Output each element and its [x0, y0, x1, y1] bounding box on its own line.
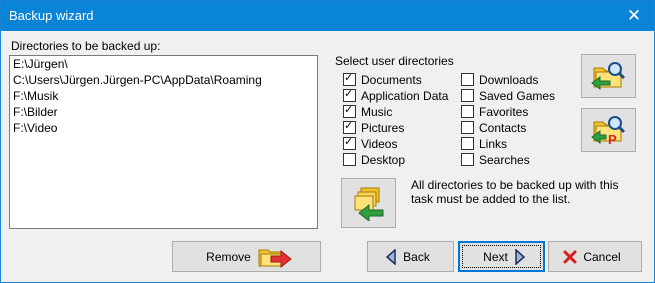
checkmark-icon: ✓ [344, 103, 354, 116]
list-item[interactable]: F:\Musik [10, 88, 317, 104]
next-button[interactable]: Next [458, 241, 545, 272]
checkbox-favorites[interactable]: Favorites [461, 104, 528, 120]
back-arrow-icon [385, 248, 397, 265]
checkbox-box[interactable] [461, 73, 474, 86]
checkbox-searches[interactable]: Searches [461, 152, 530, 168]
checkbox-label: Pictures [361, 121, 405, 135]
checkbox-label: Saved Games [479, 89, 556, 103]
browse-special-folder-button[interactable]: P [581, 108, 636, 152]
checkbox-links[interactable]: Links [461, 136, 507, 152]
checkbox-label: Contacts [479, 121, 527, 135]
folder-search-icon [590, 59, 627, 93]
directories-list[interactable]: E:\Jürgen\ C:\Users\Jürgen.Jürgen-PC\App… [9, 55, 318, 229]
checkbox-contacts[interactable]: Contacts [461, 120, 526, 136]
checkbox-box[interactable] [461, 137, 474, 150]
svg-text:P: P [608, 132, 617, 147]
backup-wizard-window: Backup wizard ✕ Directories to be backed… [0, 0, 655, 283]
folder-remove-icon [257, 246, 293, 268]
title-bar: Backup wizard ✕ [1, 1, 654, 31]
window-title: Backup wizard [9, 8, 94, 23]
checkbox-box[interactable] [461, 121, 474, 134]
checkbox-desktop[interactable]: Desktop [343, 152, 405, 168]
checkbox-saved-games[interactable]: Saved Games [461, 88, 555, 104]
checkmark-icon: ✓ [344, 119, 354, 132]
directories-label: Directories to be backed up: [11, 39, 161, 53]
checkbox-box[interactable] [461, 153, 474, 166]
checkbox-label: Links [479, 137, 508, 151]
checkbox-downloads[interactable]: Downloads [461, 72, 538, 88]
list-item[interactable]: E:\Jürgen\ [10, 56, 317, 72]
checkbox-box[interactable]: ✓ [343, 135, 356, 150]
cancel-button-label: Cancel [583, 249, 621, 264]
checkbox-label: Music [361, 105, 393, 119]
user-dirs-label: Select user directories [335, 54, 454, 68]
checkbox-box[interactable]: ✓ [343, 119, 356, 134]
checkmark-icon: ✓ [344, 71, 354, 84]
remove-button[interactable]: Remove [172, 241, 321, 272]
checkbox-box[interactable] [461, 105, 474, 118]
folder-search-p-icon: P [590, 113, 627, 147]
back-button-label: Back [403, 249, 430, 264]
add-directory-button[interactable] [341, 178, 396, 228]
checkbox-box[interactable] [461, 89, 474, 102]
checkbox-music[interactable]: ✓ Music [343, 103, 393, 120]
close-button[interactable]: ✕ [614, 1, 654, 31]
checkbox-label: Searches [479, 153, 530, 167]
back-button[interactable]: Back [367, 241, 454, 272]
browse-folder-button[interactable] [581, 54, 636, 98]
checkbox-label: Downloads [479, 73, 539, 87]
remove-button-label: Remove [206, 249, 251, 264]
checkbox-documents[interactable]: ✓ Documents [343, 71, 422, 88]
checkbox-label: Favorites [479, 105, 529, 119]
folder-add-icon [351, 185, 387, 221]
checkbox-box[interactable] [343, 153, 356, 166]
checkbox-box[interactable]: ✓ [343, 103, 356, 118]
checkbox-videos[interactable]: ✓ Videos [343, 135, 398, 152]
checkmark-icon: ✓ [344, 135, 354, 148]
list-item[interactable]: F:\Video [10, 120, 317, 136]
checkbox-label: Desktop [361, 153, 406, 167]
checkbox-label: Videos [361, 137, 398, 151]
checkbox-box[interactable]: ✓ [343, 71, 356, 86]
checkbox-pictures[interactable]: ✓ Pictures [343, 119, 405, 136]
cancel-x-icon [563, 250, 577, 264]
info-text: All directories to be backed up with thi… [411, 178, 619, 206]
checkbox-application-data[interactable]: ✓ Application Data [343, 87, 449, 104]
cancel-button[interactable]: Cancel [548, 241, 642, 272]
checkbox-label: Application Data [361, 89, 449, 103]
focus-rectangle [462, 245, 541, 268]
checkmark-icon: ✓ [344, 87, 354, 100]
list-item[interactable]: F:\Bilder [10, 104, 317, 120]
list-item[interactable]: C:\Users\Jürgen.Jürgen-PC\AppData\Roamin… [10, 72, 317, 88]
checkbox-box[interactable]: ✓ [343, 87, 356, 102]
checkbox-label: Documents [361, 73, 422, 87]
